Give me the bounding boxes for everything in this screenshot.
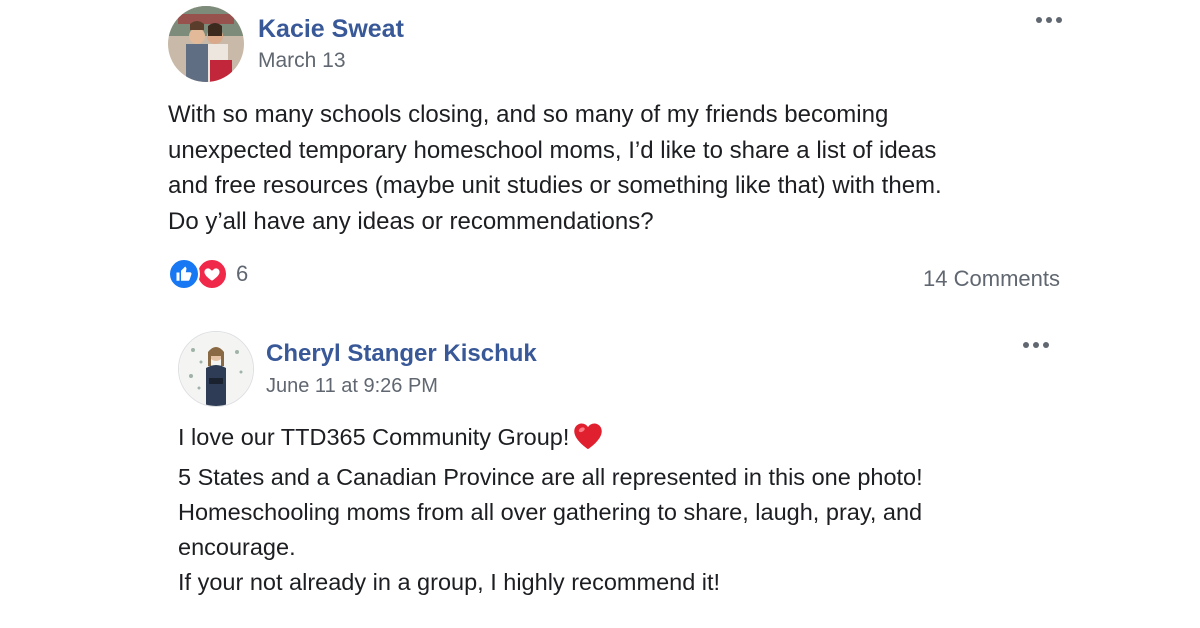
post-text-line: unexpected temporary homeschool moms, I’… (168, 136, 937, 164)
post-text-line: and free resources (maybe unit studies o… (168, 172, 942, 199)
dot (1046, 17, 1052, 23)
dot (1023, 342, 1029, 348)
reaction-count: 6 (236, 261, 249, 286)
post-header: Kacie Sweat March 13 (168, 6, 404, 82)
comment-more-options-icon[interactable] (1023, 342, 1049, 348)
avatar-photo (168, 6, 244, 82)
dot (1043, 342, 1049, 348)
comment-author-name[interactable]: Cheryl Stanger Kischuk (266, 339, 537, 369)
comment-author-avatar[interactable] (178, 331, 254, 407)
dot (1036, 17, 1042, 23)
comment-text-line: 5 States and a Canadian Province are all… (178, 464, 923, 490)
comment-text-line: I love our TTD365 Community Group! (178, 420, 1078, 460)
post-author-avatar[interactable] (168, 6, 244, 82)
comment-text: I love our TTD365 Community Group! 5 Sta… (178, 420, 1078, 600)
dot (1033, 342, 1039, 348)
like-icon (168, 258, 200, 290)
avatar-photo (179, 332, 253, 406)
comment-text-line: Homeschooling moms from all over gatheri… (178, 499, 923, 525)
facebook-post-card: Kacie Sweat March 13 With so many school… (0, 0, 1200, 628)
comment-text-line: encourage. (178, 534, 296, 560)
reactions-summary[interactable]: 6 (168, 258, 248, 290)
post-author-name[interactable]: Kacie Sweat (258, 14, 404, 44)
comment-text-line: If your not already in a group, I highly… (178, 569, 721, 595)
post-text-line: Do y’all have any ideas or recommendatio… (168, 207, 654, 235)
post-meta: Kacie Sweat March 13 (258, 14, 404, 74)
love-icon (196, 258, 228, 290)
red-heart-icon (573, 422, 603, 460)
post-text: With so many schools closing, and so man… (168, 97, 1088, 239)
post-more-options-icon[interactable] (1036, 17, 1062, 23)
comment-text-first: I love our TTD365 Community Group! (178, 424, 570, 450)
comment-meta: Cheryl Stanger Kischuk June 11 at 9:26 P… (266, 339, 537, 399)
comment-header: Cheryl Stanger Kischuk June 11 at 9:26 P… (178, 331, 537, 407)
post-timestamp[interactable]: March 13 (258, 48, 404, 74)
comments-count-link[interactable]: 14 Comments (923, 266, 1060, 292)
post-text-line: With so many schools closing, and so man… (168, 101, 889, 128)
dot (1056, 17, 1062, 23)
comment-timestamp[interactable]: June 11 at 9:26 PM (266, 373, 537, 399)
